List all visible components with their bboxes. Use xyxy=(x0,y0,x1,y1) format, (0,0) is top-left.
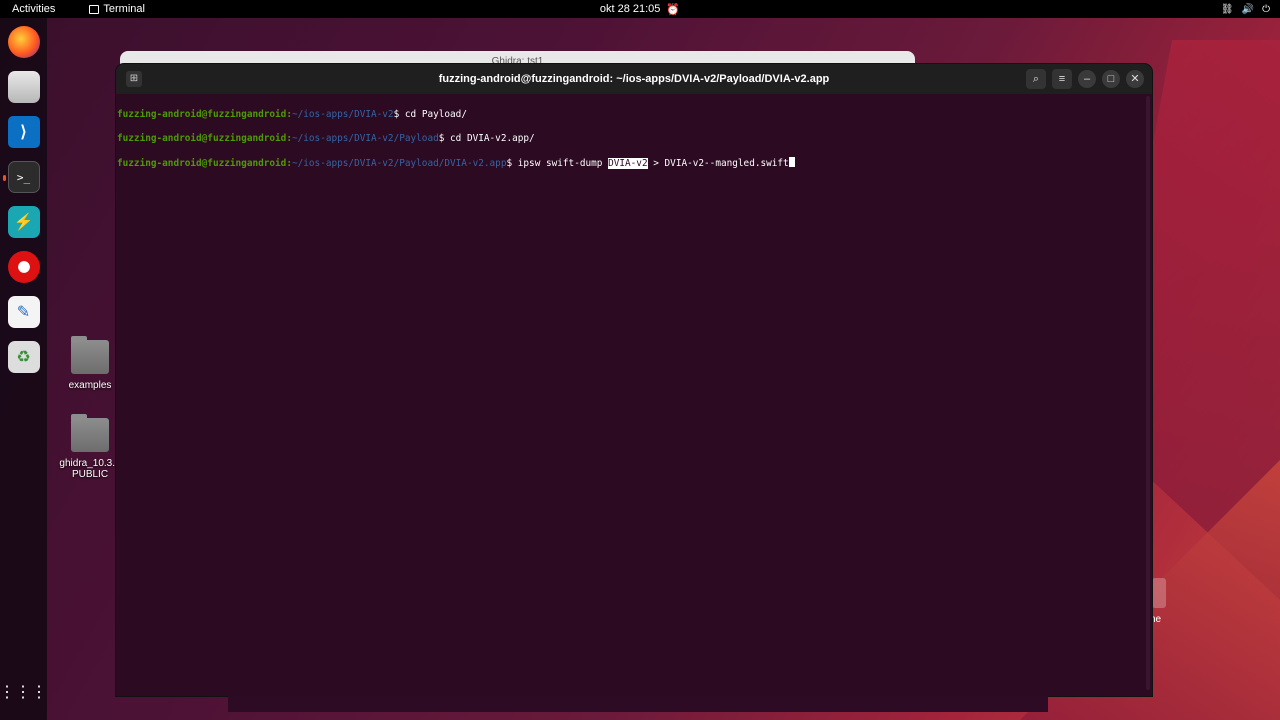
close-icon: ✕ xyxy=(1130,73,1140,85)
prompt-user: fuzzing-android@fuzzingandroid: xyxy=(117,158,292,169)
trash-icon[interactable]: ♻ xyxy=(7,341,40,373)
clock[interactable]: okt 28 21:05 ⏰ xyxy=(600,3,680,16)
terminal-window[interactable]: ⊞ fuzzing-android@fuzzingandroid: ~/ios-… xyxy=(116,64,1152,696)
scrollbar[interactable] xyxy=(1146,96,1150,690)
desktop-icon-partial[interactable] xyxy=(1152,578,1166,608)
text-editor-icon[interactable]: ✎ xyxy=(7,296,40,328)
command-text: $ cd Payload/ xyxy=(393,109,467,120)
terminal-icon[interactable]: >_ xyxy=(2,161,40,193)
selected-text: DVIA-v2 xyxy=(608,158,648,169)
app-menu-label: Terminal xyxy=(103,3,145,15)
search-button[interactable]: ⌕ xyxy=(1026,69,1046,89)
prompt-user: fuzzing-android@fuzzingandroid: xyxy=(117,109,292,120)
terminal-output[interactable]: fuzzing-android@fuzzingandroid:~/ios-app… xyxy=(116,94,1152,194)
red-app-icon[interactable] xyxy=(7,251,40,283)
dock: ⟩ >_ ⚡ ✎ ♻ ⋮⋮⋮ xyxy=(0,18,47,720)
show-apps-icon[interactable]: ⋮⋮⋮ xyxy=(0,676,47,708)
terminal-icon xyxy=(89,4,100,14)
volume-icon: 🔊 xyxy=(1241,3,1255,15)
window-bottom-bar xyxy=(228,696,1048,712)
terminal-line: fuzzing-android@fuzzingandroid:~/ios-app… xyxy=(117,109,1152,121)
vscode-icon[interactable]: ⟩ xyxy=(7,116,40,148)
close-button[interactable]: ✕ xyxy=(1126,70,1144,88)
terminal-line: fuzzing-android@fuzzingandroid:~/ios-app… xyxy=(117,157,1152,170)
prompt-path: ~/ios-apps/DVIA-v2/Payload xyxy=(291,133,439,144)
alarm-icon: ⏰ xyxy=(666,3,681,16)
command-text: > DVIA-v2--mangled.swift xyxy=(647,158,789,169)
system-tray[interactable]: ⛓ 🔊 ⏻ xyxy=(1221,4,1270,15)
text-cursor xyxy=(788,157,795,167)
network-icon: ⛓ xyxy=(1220,3,1234,15)
folder-icon xyxy=(71,336,109,374)
command-text: $ cd DVIA-v2.app/ xyxy=(438,133,535,144)
prompt-path: ~/ios-apps/DVIA-v2/Payload/DVIA-v2.app xyxy=(291,158,507,169)
power-icon: ⏻ xyxy=(1262,3,1270,15)
minimize-button[interactable]: – xyxy=(1078,70,1096,88)
minimize-icon: – xyxy=(1083,73,1091,85)
command-text: $ ipsw swift-dump xyxy=(506,158,609,169)
hamburger-icon: ≡ xyxy=(1058,73,1066,85)
search-icon: ⌕ xyxy=(1032,73,1040,85)
activities-button[interactable]: Activities xyxy=(0,3,67,15)
terminal-titlebar[interactable]: ⊞ fuzzing-android@fuzzingandroid: ~/ios-… xyxy=(116,64,1152,94)
app-menu[interactable]: Terminal xyxy=(89,3,145,15)
menu-button[interactable]: ≡ xyxy=(1052,69,1072,89)
folder-icon xyxy=(71,414,109,452)
maximize-icon: □ xyxy=(1107,73,1115,85)
terminal-line: fuzzing-android@fuzzingandroid:~/ios-app… xyxy=(117,133,1152,145)
maximize-button[interactable]: □ xyxy=(1102,70,1120,88)
top-bar: Activities Terminal okt 28 21:05 ⏰ ⛓ 🔊 ⏻ xyxy=(0,0,1280,18)
firefox-icon[interactable] xyxy=(7,26,40,58)
prompt-user: fuzzing-android@fuzzingandroid: xyxy=(117,133,292,144)
prompt-path: ~/ios-apps/DVIA-v2 xyxy=(291,109,394,120)
window-title: fuzzing-android@fuzzingandroid: ~/ios-ap… xyxy=(438,73,830,85)
bolt-app-icon[interactable]: ⚡ xyxy=(7,206,40,238)
datetime: okt 28 21:05 xyxy=(599,3,661,15)
files-icon[interactable] xyxy=(7,71,40,103)
